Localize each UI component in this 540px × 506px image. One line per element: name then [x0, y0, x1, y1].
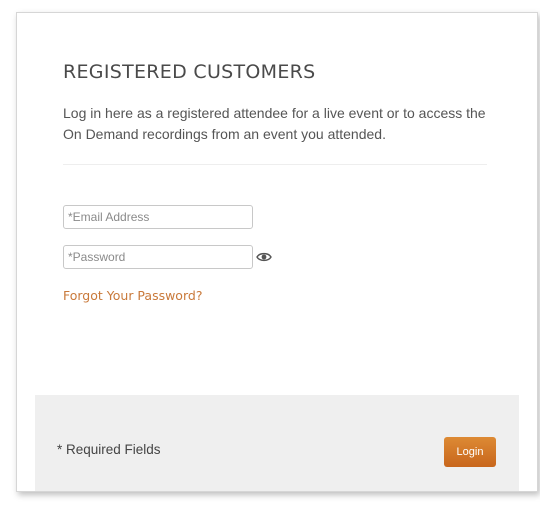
forgot-password-link[interactable]: Forgot Your Password? — [63, 288, 202, 303]
required-fields-note: * Required Fields — [57, 442, 161, 457]
form-footer: * Required Fields Login — [35, 395, 519, 491]
password-field[interactable] — [63, 245, 253, 269]
eye-icon[interactable] — [256, 250, 272, 264]
divider — [63, 164, 487, 165]
page-title: REGISTERED CUSTOMERS — [63, 61, 316, 83]
login-panel: REGISTERED CUSTOMERS Log in here as a re… — [16, 12, 538, 492]
login-button[interactable]: Login — [444, 437, 496, 467]
email-field[interactable] — [63, 205, 253, 229]
intro-text: Log in here as a registered attendee for… — [63, 105, 486, 142]
